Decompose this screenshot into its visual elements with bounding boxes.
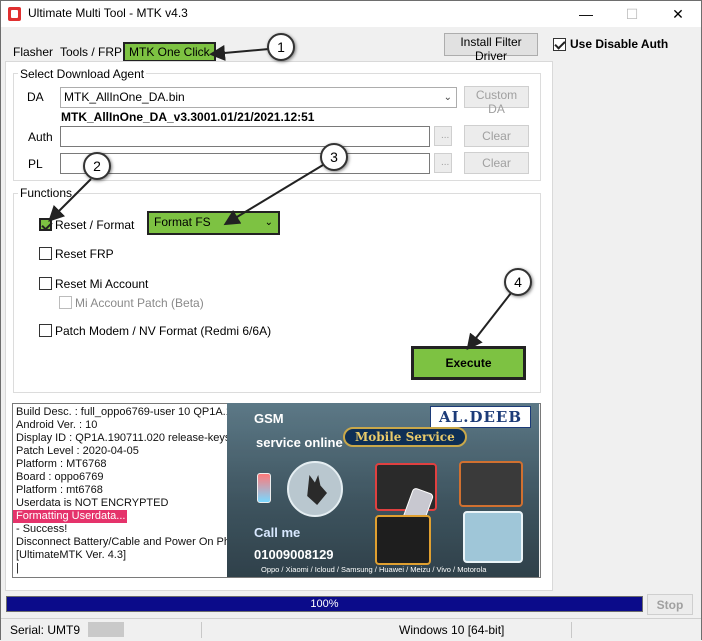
stop-button[interactable]: Stop: [647, 594, 693, 615]
callout-arrow-4: [466, 292, 512, 351]
callout-badge-2: 2: [83, 152, 111, 180]
callout-arrows: [48, 44, 512, 351]
serial-label: Serial: UMT9: [10, 623, 81, 637]
status-bar: Serial: UMT9 Windows 10 [64-bit]: [1, 618, 701, 640]
callout-badge-3: 3: [320, 143, 348, 171]
callout-arrow-3: [223, 164, 324, 226]
os-label: Windows 10 [64-bit]: [399, 623, 505, 637]
callout-badge-4: 4: [504, 268, 532, 296]
status-separator: [201, 622, 202, 638]
callout-badge-1: 1: [267, 33, 295, 61]
callout-arrow-1: [209, 44, 270, 61]
progress-text: 100%: [310, 598, 339, 610]
callout-arrow-2: [48, 178, 92, 222]
app-window: Ultimate Multi Tool - MTK v4.3 — ☐ ✕ Fla…: [0, 0, 702, 640]
status-separator: [571, 622, 572, 638]
progress-bar: 100%: [6, 596, 643, 612]
serial-redacted: [88, 622, 124, 637]
